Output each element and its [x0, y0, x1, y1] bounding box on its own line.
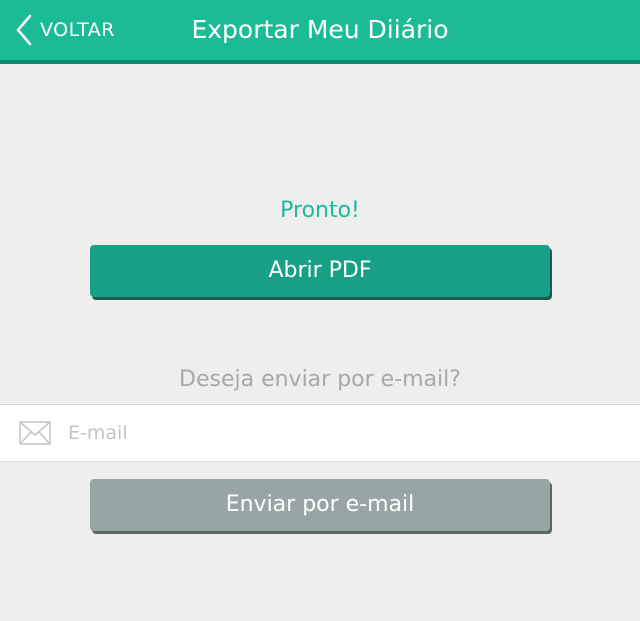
chevron-left-icon — [16, 14, 32, 46]
send-email-button[interactable]: Enviar por e-mail — [90, 479, 550, 531]
export-status-text: Pronto! — [280, 198, 360, 223]
email-field-row — [0, 404, 640, 462]
email-input[interactable] — [68, 415, 628, 451]
top-bar: VOLTAR Exportar Meu Diiário — [0, 0, 640, 64]
email-question-text: Deseja enviar por e-mail? — [179, 367, 461, 392]
back-button[interactable]: VOLTAR — [16, 12, 115, 48]
open-pdf-button[interactable]: Abrir PDF — [90, 245, 550, 297]
envelope-icon — [19, 421, 51, 449]
back-label: VOLTAR — [40, 19, 115, 41]
